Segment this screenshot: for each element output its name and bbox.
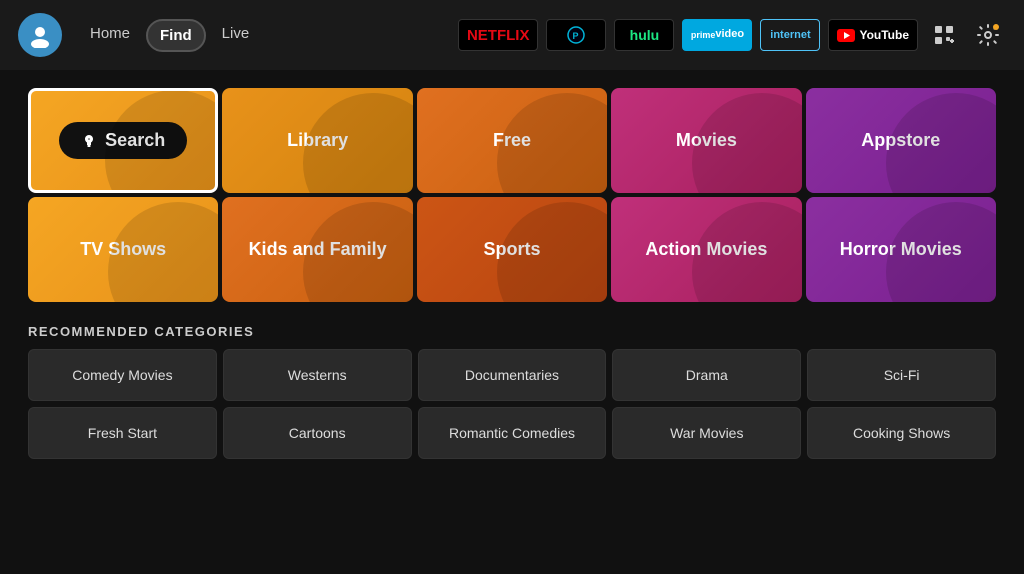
movies-tile[interactable]: Movies [611, 88, 801, 193]
netflix-service[interactable]: NETFLIX [458, 19, 539, 51]
rec-cartoons[interactable]: Cartoons [223, 407, 412, 459]
movies-label: Movies [676, 130, 737, 151]
horror-movies-label: Horror Movies [840, 239, 962, 260]
nav-services: NETFLIX P hulu prime video internet YouT… [458, 17, 1006, 53]
nav-links: Home Find Live [78, 19, 261, 52]
horror-movies-tile[interactable]: Horror Movies [806, 197, 996, 302]
rec-comedy-movies[interactable]: Comedy Movies [28, 349, 217, 401]
tv-shows-tile[interactable]: TV Shows [28, 197, 218, 302]
kids-family-label: Kids and Family [249, 239, 387, 260]
settings-button[interactable] [970, 17, 1006, 53]
nav-home[interactable]: Home [78, 19, 142, 52]
navigation-grid: Search Library Free Movies Appstore TV S… [28, 88, 996, 302]
user-avatar[interactable] [18, 13, 62, 57]
peacock-service[interactable]: P [546, 19, 606, 51]
hulu-service[interactable]: hulu [614, 19, 674, 51]
free-tile[interactable]: Free [417, 88, 607, 193]
recommended-title: RECOMMENDED CATEGORIES [28, 324, 996, 339]
appstore-label: Appstore [861, 130, 940, 151]
appstore-tile[interactable]: Appstore [806, 88, 996, 193]
youtube-label: YouTube [859, 28, 909, 42]
top-navigation: Home Find Live NETFLIX P hulu prime vide… [0, 0, 1024, 70]
rec-documentaries[interactable]: Documentaries [418, 349, 607, 401]
recommended-grid: Comedy Movies Westerns Documentaries Dra… [28, 349, 996, 459]
nav-find[interactable]: Find [146, 19, 206, 52]
library-label: Library [287, 130, 348, 151]
search-tile[interactable]: Search [28, 88, 218, 193]
svg-text:P: P [573, 31, 580, 41]
apps-grid-button[interactable] [926, 17, 962, 53]
sports-tile[interactable]: Sports [417, 197, 607, 302]
rec-cooking-shows[interactable]: Cooking Shows [807, 407, 996, 459]
search-inner: Search [59, 122, 187, 159]
tv-shows-label: TV Shows [80, 239, 166, 260]
sports-label: Sports [483, 239, 540, 260]
recommended-section: RECOMMENDED CATEGORIES Comedy Movies Wes… [28, 324, 996, 459]
rec-drama[interactable]: Drama [612, 349, 801, 401]
rec-fresh-start[interactable]: Fresh Start [28, 407, 217, 459]
rec-war-movies[interactable]: War Movies [612, 407, 801, 459]
rec-westerns[interactable]: Westerns [223, 349, 412, 401]
nav-live[interactable]: Live [210, 19, 262, 52]
internet-service[interactable]: internet [760, 19, 820, 51]
rec-sci-fi[interactable]: Sci-Fi [807, 349, 996, 401]
rec-romantic-comedies[interactable]: Romantic Comedies [418, 407, 607, 459]
library-tile[interactable]: Library [222, 88, 412, 193]
free-label: Free [493, 130, 531, 151]
action-movies-label: Action Movies [645, 239, 767, 260]
search-label: Search [105, 130, 165, 151]
youtube-service[interactable]: YouTube [828, 19, 918, 51]
prime-video-service[interactable]: prime video [682, 19, 752, 51]
kids-family-tile[interactable]: Kids and Family [222, 197, 412, 302]
main-content: Search Library Free Movies Appstore TV S… [0, 70, 1024, 473]
action-movies-tile[interactable]: Action Movies [611, 197, 801, 302]
